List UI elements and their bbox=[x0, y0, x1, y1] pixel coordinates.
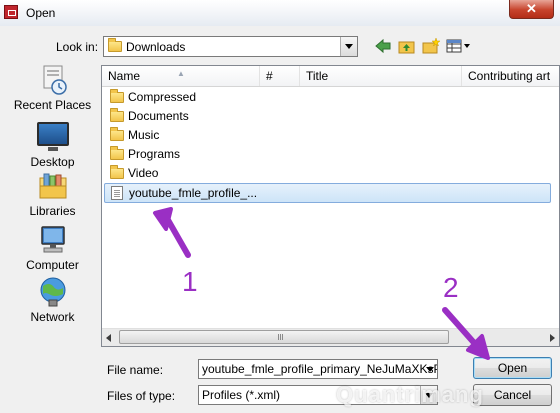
watermark: Quantrimang bbox=[336, 382, 484, 407]
annotation-arrows bbox=[153, 207, 490, 360]
arrow-2-shaft bbox=[442, 307, 479, 348]
step-2-label: 2 bbox=[443, 272, 459, 303]
step-1-label: 1 bbox=[182, 266, 198, 297]
arrow-1-head bbox=[153, 207, 173, 231]
arrow-1-shaft bbox=[165, 217, 191, 258]
